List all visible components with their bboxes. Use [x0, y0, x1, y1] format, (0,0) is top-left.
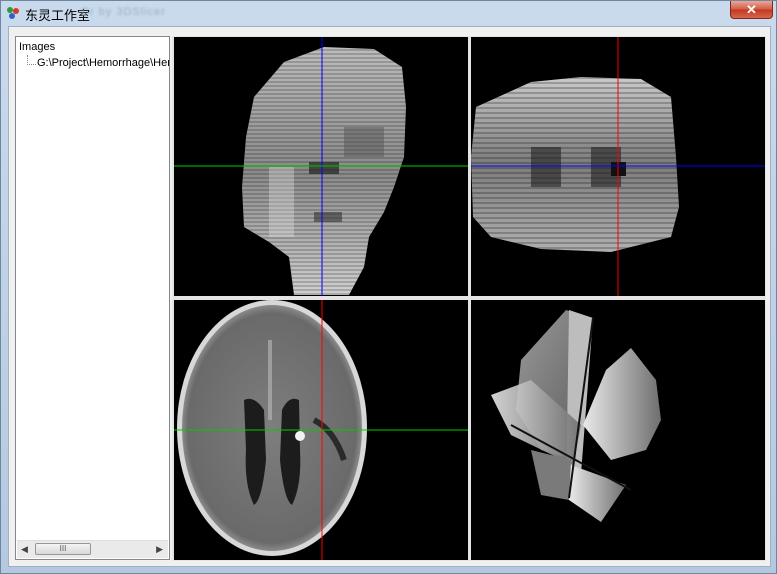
title-bar[interactable]: 东灵工作室 Cr by 3DSlicer ✕	[1, 1, 776, 25]
brain-3d-planes	[491, 310, 661, 522]
scroll-right-icon[interactable]: ▶	[156, 544, 163, 555]
viewport-bottom-right[interactable]	[471, 300, 765, 560]
brain-slice-coronal	[471, 37, 765, 296]
close-button[interactable]: ✕	[730, 1, 773, 19]
scroll-left-icon[interactable]: ◀	[21, 544, 28, 555]
viewport-bottom-left[interactable]	[174, 300, 468, 560]
app-icon	[7, 7, 19, 19]
close-icon: ✕	[746, 1, 757, 17]
scroll-thumb[interactable]: III	[35, 543, 91, 555]
tree-item-image-path[interactable]: G:\Project\Hemorrhage\Hem	[37, 57, 169, 69]
tree-horizontal-scrollbar[interactable]: ◀ III ▶	[17, 540, 168, 558]
brain-slice-axial	[174, 300, 468, 560]
brain-slice-sagittal	[174, 37, 468, 296]
tree-connector	[27, 55, 36, 65]
main-window: 东灵工作室 Cr by 3DSlicer ✕ Images G:\Project…	[0, 0, 777, 574]
viewport-top-right[interactable]	[471, 37, 765, 296]
viewport-grid	[172, 36, 766, 561]
image-tree[interactable]: Images G:\Project\Hemorrhage\Hem ◀ III ▶	[15, 36, 170, 560]
tree-root-images[interactable]: Images	[19, 41, 55, 53]
viewport-top-left[interactable]	[174, 37, 468, 296]
faded-title-text: Cr by 3DSlicer	[81, 6, 166, 18]
